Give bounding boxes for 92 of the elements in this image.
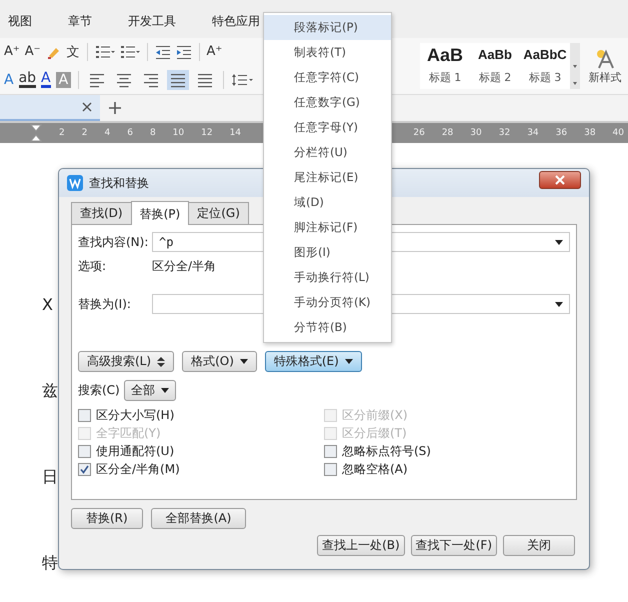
style-preset[interactable]: AaBbC 标题 3	[520, 43, 570, 85]
replace-button[interactable]: 替换(R)	[71, 508, 143, 529]
font-tool-icon[interactable]: A⁺	[206, 44, 222, 59]
ruler-number: 36	[556, 128, 568, 138]
dropdown-arrow-icon	[555, 240, 563, 244]
expand-icon	[157, 356, 166, 366]
dialog-button[interactable]: 查找下一处(F)	[410, 535, 497, 556]
app-logo-icon	[67, 175, 83, 191]
search-scope-select[interactable]: 全部	[124, 380, 176, 401]
search-label: 搜索(C)	[78, 382, 120, 399]
menu-item[interactable]: 任意字符(C)	[264, 65, 391, 90]
indent-marker-icon[interactable]	[30, 124, 42, 142]
dropdown-arrow-icon	[555, 302, 563, 306]
menu-item[interactable]: 任意字母(Y)	[264, 115, 391, 140]
menu-item[interactable]: 分节符(B)	[264, 315, 391, 340]
option-label[interactable]: 忽略空格(A)	[342, 460, 408, 478]
dialog-title: 查找和替换	[89, 174, 149, 192]
dialog-tab[interactable]: 定位(G)	[188, 202, 249, 224]
menu-tab[interactable]: 特色应用	[212, 13, 260, 30]
font-tool-icon[interactable]: A⁻	[24, 44, 41, 59]
option-label[interactable]: 区分全/半角(M)	[96, 460, 180, 478]
ruler-number: 10	[172, 128, 184, 138]
close-icon[interactable]	[82, 102, 92, 112]
ruler-number: 34	[527, 128, 539, 138]
options-value: 区分全/半角	[152, 258, 216, 274]
dialog-button[interactable]: 格式(O)	[182, 351, 257, 372]
dialog-button[interactable]: 查找上一处(B)	[317, 535, 405, 556]
ruler-number: 4	[104, 128, 110, 138]
outdent-icon[interactable]	[154, 44, 171, 60]
numbered-list-icon[interactable]	[120, 44, 140, 60]
new-style-label: 新样式	[588, 70, 622, 84]
menu-tab[interactable]: 章节	[68, 13, 92, 30]
replace-button[interactable]: 全部替换(A)	[150, 508, 246, 529]
dialog-tab[interactable]: 替换(P)	[130, 201, 190, 225]
bullet-list-icon[interactable]	[94, 44, 115, 60]
dropdown-arrow-icon	[160, 388, 169, 393]
menu-item[interactable]: 手动换行符(L)	[264, 265, 391, 290]
dialog-button[interactable]: 关闭	[503, 535, 575, 556]
dialog-button[interactable]: 特殊格式(E)	[264, 351, 362, 372]
option-label[interactable]: 区分大小写(H)	[96, 406, 174, 424]
add-tab-icon[interactable]	[108, 101, 122, 115]
menu-tab[interactable]: 视图	[8, 13, 32, 30]
option-checkbox[interactable]	[78, 408, 91, 422]
menu-item[interactable]: 段落标记(P)	[264, 15, 391, 40]
menu-item[interactable]: 手动分页符(K)	[264, 290, 391, 315]
option-checkbox[interactable]	[78, 462, 91, 476]
align-justify-icon[interactable]	[167, 70, 190, 90]
options-label: 选项:	[78, 258, 108, 274]
ruler-number: 12	[201, 128, 213, 138]
option-label[interactable]: 使用通配符(U)	[96, 442, 174, 460]
dialog-tab[interactable]: 查找(D)	[71, 202, 132, 224]
ruler-number: 14	[230, 128, 242, 138]
ruler-number: 6	[127, 128, 133, 138]
ruler-number: 32	[498, 128, 510, 138]
ruler-number: 26	[413, 128, 425, 138]
close-button[interactable]	[539, 171, 581, 189]
document-text: 兹	[42, 381, 58, 401]
ruler-number: 30	[470, 128, 482, 138]
close-icon	[555, 175, 565, 185]
option-label[interactable]: 忽略标点符号(S)	[342, 442, 431, 460]
dropdown-arrow-icon	[344, 359, 353, 364]
font-tool-icon[interactable]: 文	[66, 42, 80, 60]
ruler-number: 8	[150, 128, 156, 138]
indent-icon[interactable]	[176, 44, 192, 60]
ruler-number: 2	[59, 128, 65, 138]
document-text: 特	[42, 553, 58, 573]
document-text: X	[42, 295, 53, 315]
style-preset[interactable]: AaB 标题 1	[420, 43, 470, 85]
replace-label: 替换为(I):	[78, 296, 132, 312]
menu-item[interactable]: 尾注标记(E)	[264, 165, 391, 190]
menu-tab[interactable]: 开发工具	[128, 13, 176, 30]
dropdown-arrow-icon	[240, 359, 248, 364]
line-spacing-icon[interactable]	[231, 72, 254, 88]
document-text: 日	[42, 467, 58, 487]
ruler-number: 28	[442, 128, 454, 138]
ruler-number: 2	[82, 128, 88, 138]
dialog-button[interactable]: 高级搜索(L)	[78, 351, 174, 372]
option-checkbox[interactable]	[324, 462, 337, 476]
find-label: 查找内容(N):	[78, 234, 150, 250]
gallery-scroll-icon[interactable]	[570, 43, 580, 89]
ruler-number: 38	[584, 128, 596, 138]
new-style-button[interactable]: 新样式	[582, 38, 628, 94]
option-checkbox[interactable]	[78, 444, 91, 458]
option-checkbox[interactable]	[324, 444, 337, 458]
menu-item[interactable]: 分栏符(U)	[264, 140, 391, 165]
ruler-number: 40	[612, 128, 624, 138]
style-preset[interactable]: AaBb 标题 2	[470, 43, 520, 85]
text-effect-icon[interactable]: A	[4, 72, 14, 88]
menu-item[interactable]: 域(D)	[264, 190, 391, 215]
menu-item[interactable]: 任意数字(G)	[264, 90, 391, 115]
font-tool-icon[interactable]: A⁺	[4, 44, 20, 59]
menu-item[interactable]: 制表符(T)	[264, 40, 391, 65]
